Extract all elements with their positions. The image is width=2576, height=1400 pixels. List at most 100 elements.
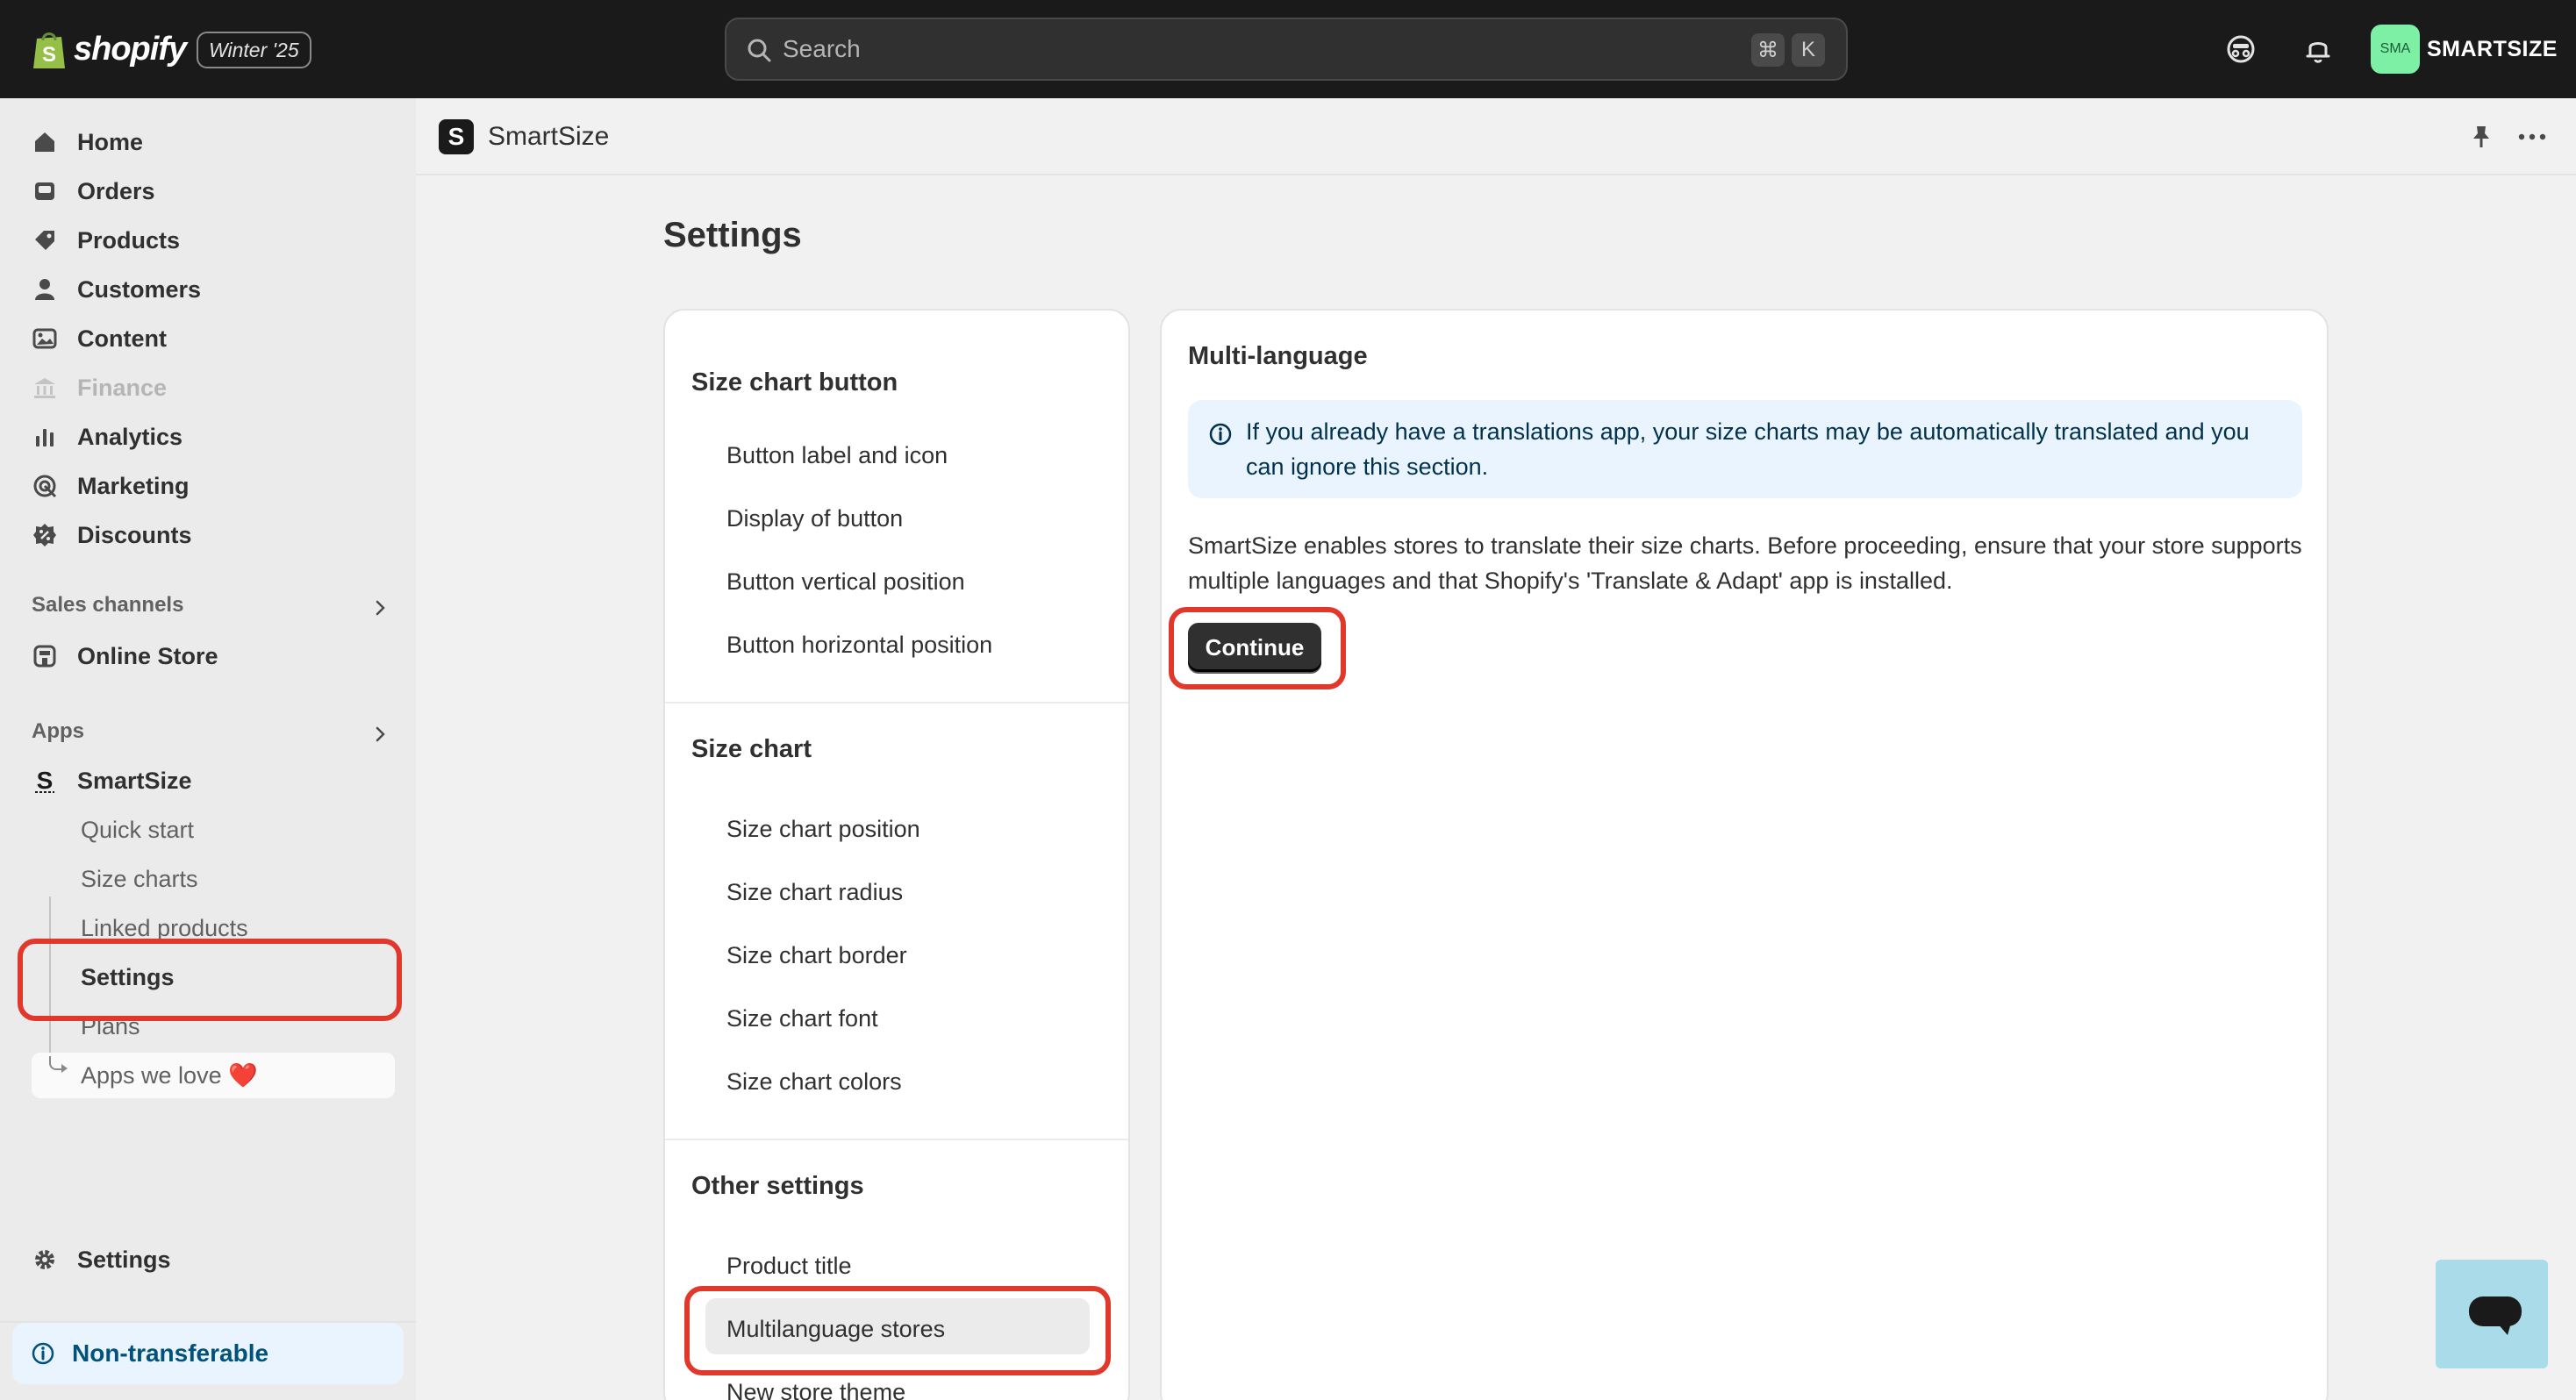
- link-size-chart-font[interactable]: Size chart font: [726, 1005, 878, 1032]
- sidebar-item-label: Discounts: [77, 521, 192, 548]
- chat-bubble-tail: [2497, 1323, 2511, 1335]
- incognito-icon[interactable]: [2223, 32, 2258, 67]
- sidebar-item-label: Settings: [77, 1246, 171, 1273]
- pin-icon[interactable]: [2467, 123, 2495, 151]
- search-placeholder: Search: [783, 35, 861, 62]
- chat-widget[interactable]: [2436, 1260, 2548, 1368]
- svg-text:S: S: [37, 768, 54, 794]
- sidebar-item-smartsize[interactable]: S SmartSize: [32, 758, 192, 804]
- sidebar-item-label: SmartSize: [77, 767, 192, 794]
- section-divider: [665, 1139, 1128, 1140]
- smartsize-app-icon: S: [35, 768, 54, 794]
- sidebar-item-label: Home: [77, 128, 144, 155]
- app-header: S SmartSize: [416, 98, 2576, 175]
- sidebar-item-label: Orders: [77, 177, 155, 204]
- sidebar-subitem-plans[interactable]: Plans: [81, 1004, 140, 1049]
- home-icon: [35, 132, 54, 152]
- chevron-right-icon[interactable]: [370, 598, 390, 618]
- store-name[interactable]: SMARTSIZE: [2427, 0, 2558, 98]
- info-banner-text: If you already have a translations app, …: [1246, 418, 2250, 480]
- sidebar-item-finance[interactable]: Finance: [32, 365, 167, 411]
- sidebar-subitem-linked-products[interactable]: Linked products: [81, 905, 248, 951]
- k-key: K: [1792, 33, 1825, 67]
- sidebar-item-label: Content: [77, 325, 167, 352]
- sidebar-item-analytics[interactable]: Analytics: [32, 414, 182, 460]
- multi-language-card: Multi-language If you already have a tra…: [1160, 309, 2329, 1400]
- link-size-chart-radius[interactable]: Size chart radius: [726, 879, 903, 906]
- sidebar-item-label: Products: [77, 226, 181, 254]
- link-size-chart-border[interactable]: Size chart border: [726, 942, 907, 969]
- info-icon: [32, 1342, 54, 1365]
- continue-button[interactable]: Continue: [1188, 623, 1321, 672]
- image-icon: [32, 328, 57, 349]
- sidebar: Home Orders Products Customers Content F…: [0, 98, 416, 1400]
- person-icon: [35, 279, 54, 300]
- tree-line: [49, 896, 51, 1068]
- app-title: SmartSize: [488, 122, 610, 151]
- sidebar-item-label: Online Store: [77, 642, 218, 669]
- release-badge[interactable]: Winter '25: [197, 32, 311, 68]
- apps-heading[interactable]: Apps: [32, 719, 84, 744]
- store-avatar[interactable]: SMA: [2371, 25, 2420, 74]
- store-icon: [33, 645, 56, 668]
- sales-channels-heading[interactable]: Sales channels: [32, 593, 183, 618]
- settings-menu-card: Size chart button Button label and icon …: [663, 309, 1130, 1400]
- link-size-chart-position[interactable]: Size chart position: [726, 816, 920, 843]
- sidebar-item-marketing[interactable]: Marketing: [32, 463, 190, 509]
- bank-icon: [34, 378, 55, 398]
- sidebar-item-products[interactable]: Products: [32, 218, 180, 263]
- section-title-size-chart-button: Size chart button: [691, 368, 898, 396]
- command-key-icon: ⌘: [1751, 33, 1785, 67]
- top-bar: S shopify Winter '25 Search ⌘ K SMA SMAR…: [0, 0, 2576, 98]
- sidebar-item-label: Customers: [77, 275, 202, 303]
- link-product-title[interactable]: Product title: [726, 1253, 852, 1280]
- sidebar-item-content[interactable]: Content: [32, 316, 167, 361]
- section-divider: [665, 702, 1128, 704]
- sidebar-item-online-store[interactable]: Online Store: [32, 633, 218, 679]
- non-transferable-banner[interactable]: Non-transferable: [12, 1323, 404, 1384]
- sidebar-subitem-quick-start[interactable]: Quick start: [81, 807, 194, 853]
- bar-chart-icon: [36, 429, 54, 446]
- tag-icon: [35, 231, 54, 250]
- link-multilanguage-stores[interactable]: Multilanguage stores: [726, 1316, 945, 1343]
- sidebar-subitem-size-charts[interactable]: Size charts: [81, 856, 198, 902]
- info-banner: If you already have a translations app, …: [1188, 400, 2302, 498]
- info-icon: [1209, 423, 1232, 446]
- discount-icon: [33, 524, 56, 546]
- chevron-right-icon[interactable]: [370, 725, 390, 744]
- sidebar-subitem-settings[interactable]: Settings: [81, 954, 175, 1000]
- non-transferable-label: Non-transferable: [72, 1339, 269, 1367]
- section-title-size-chart: Size chart: [691, 735, 812, 763]
- shopify-bag-icon: S: [33, 32, 65, 68]
- page-title: Settings: [663, 216, 802, 254]
- link-button-horizontal-position[interactable]: Button horizontal position: [726, 632, 992, 659]
- bell-icon[interactable]: [2301, 32, 2336, 67]
- link-size-chart-colors[interactable]: Size chart colors: [726, 1068, 902, 1096]
- smartsize-logo-icon: S: [439, 119, 474, 154]
- sidebar-item-discounts[interactable]: Discounts: [32, 512, 192, 558]
- logo-text: shopify: [74, 30, 187, 68]
- target-icon: [33, 475, 57, 498]
- orders-icon: [35, 182, 54, 200]
- link-button-vertical-position[interactable]: Button vertical position: [726, 568, 965, 596]
- svg-text:S: S: [42, 43, 56, 67]
- sidebar-item-orders[interactable]: Orders: [32, 168, 155, 214]
- search-icon: [748, 39, 771, 62]
- card-title: Multi-language: [1188, 342, 1368, 370]
- more-icon[interactable]: [2515, 123, 2550, 151]
- sidebar-item-customers[interactable]: Customers: [32, 267, 201, 312]
- sidebar-item-settings[interactable]: Settings: [32, 1237, 171, 1282]
- shopify-logo[interactable]: S shopify: [32, 25, 187, 74]
- link-button-label-and-icon[interactable]: Button label and icon: [726, 442, 948, 469]
- link-new-store-theme[interactable]: New store theme: [726, 1379, 905, 1400]
- gear-icon: [35, 1250, 54, 1269]
- sidebar-item-label: Marketing: [77, 472, 190, 499]
- sidebar-item-label: Analytics: [77, 423, 183, 450]
- chat-bubble-icon: [2469, 1296, 2522, 1326]
- sidebar-subitem-apps-we-love[interactable]: Apps we love ❤️: [81, 1053, 258, 1098]
- section-title-other-settings: Other settings: [691, 1172, 864, 1200]
- search-bar[interactable]: Search ⌘ K: [725, 18, 1848, 81]
- sidebar-item-home[interactable]: Home: [32, 119, 143, 165]
- link-display-of-button[interactable]: Display of button: [726, 505, 903, 532]
- sidebar-item-label: Finance: [77, 374, 168, 401]
